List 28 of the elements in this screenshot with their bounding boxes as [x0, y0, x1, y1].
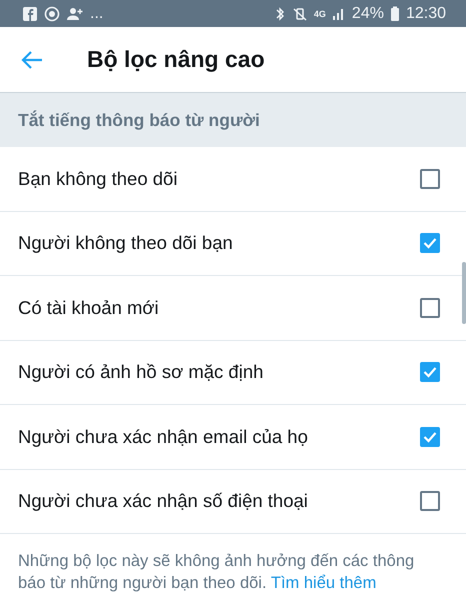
option-label: Người có ảnh hồ sơ mặc định: [18, 361, 264, 384]
network-type: 4G: [314, 8, 326, 18]
check-icon: [423, 430, 437, 443]
learn-more-link[interactable]: Tìm hiểu thêm: [270, 574, 376, 592]
checkbox[interactable]: [420, 426, 440, 447]
checkbox[interactable]: [420, 233, 440, 254]
checkbox[interactable]: [420, 491, 440, 512]
option-label: Người chưa xác nhận email của họ: [18, 426, 308, 448]
option-label: Có tài khoản mới: [18, 296, 159, 319]
section-title: Tắt tiếng thông báo từ người: [18, 110, 260, 130]
back-icon[interactable]: [20, 50, 44, 70]
option-label: Người không theo dõi bạn: [18, 232, 233, 254]
facebook-icon: [22, 6, 38, 22]
check-icon: [423, 366, 437, 378]
option-label: Bạn không theo dõi: [18, 168, 178, 190]
battery-icon: [390, 6, 400, 22]
checkbox[interactable]: [420, 298, 440, 318]
bluetooth-icon: [274, 6, 286, 22]
footer-note: Những bộ lọc này sẽ không ảnh hưởng đến các thông báo từ những người bạn theo dõi. Tìm hiểu thêm: [17, 551, 416, 594]
more-notifications: ...: [90, 4, 104, 22]
checkbox[interactable]: [420, 362, 440, 382]
add-person-icon: [66, 6, 84, 22]
battery-percent: 24%: [352, 4, 384, 22]
option-label: Người chưa xác nhận số điện thoại: [18, 490, 308, 512]
clock-time: 12:30: [406, 4, 446, 22]
check-icon: [423, 237, 437, 250]
checkbox[interactable]: [420, 168, 440, 189]
page-title: Bộ lọc nâng cao: [87, 46, 265, 73]
